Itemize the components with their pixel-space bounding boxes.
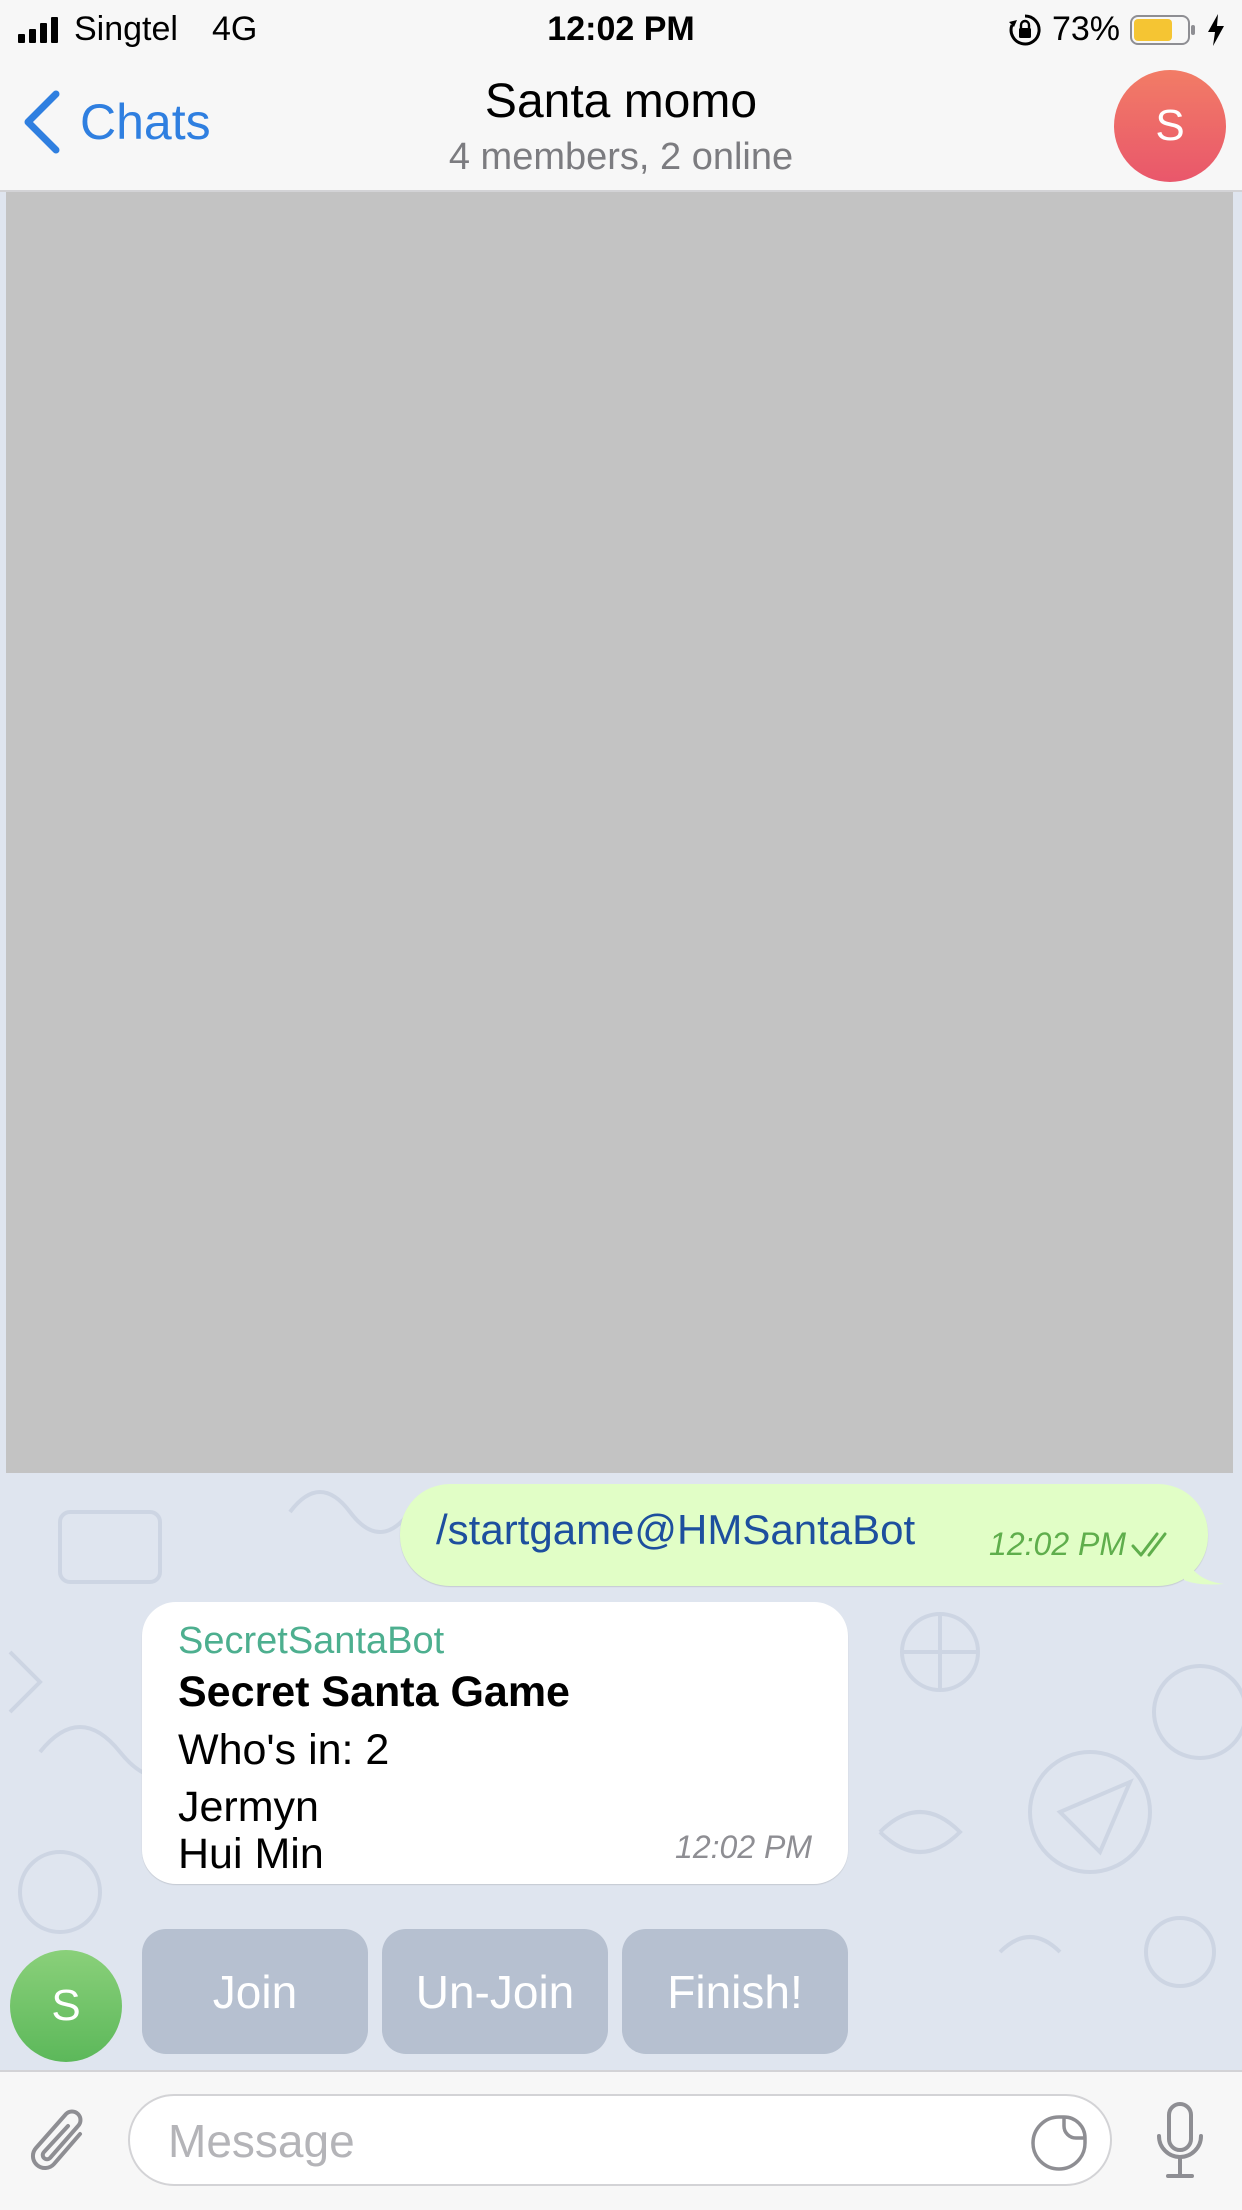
nav-bar: Chats Santa momo 4 members, 2 online S (0, 60, 1242, 192)
finish-button[interactable]: Finish! (622, 1929, 848, 2054)
chat-title[interactable]: Santa momo (0, 74, 1242, 129)
microphone-icon[interactable] (1152, 2100, 1208, 2184)
battery-icon (1130, 14, 1195, 45)
message-input[interactable] (166, 2110, 1030, 2172)
outgoing-message-text: /startgame@HMSantaBot (436, 1506, 916, 1553)
group-avatar-initial: S (1155, 101, 1185, 150)
outgoing-message-time: 12:02 PM (989, 1526, 1126, 1562)
charging-bolt-icon (1208, 13, 1224, 46)
message-title: Secret Santa Game (178, 1668, 570, 1716)
input-bar (0, 2070, 1242, 2210)
outgoing-message[interactable]: /startgame@HMSantaBot 12:02 PM (400, 1484, 1224, 1586)
message-line: Hui Min (178, 1830, 324, 1878)
status-right: 73% (1008, 10, 1226, 49)
message-line: Jermyn (178, 1783, 319, 1831)
group-avatar[interactable]: S (1114, 70, 1226, 182)
message-field[interactable] (128, 2094, 1112, 2186)
battery-percent: 73% (1051, 10, 1120, 48)
sticker-icon[interactable] (1030, 2114, 1088, 2172)
orientation-lock-icon (1008, 13, 1041, 45)
message-line: Who's in: 2 (178, 1726, 390, 1774)
incoming-message[interactable]: SecretSantaBot Secret Santa Game Who's i… (142, 1602, 848, 1884)
chat-area[interactable]: /startgame@HMSantaBot 12:02 PM SecretSan… (0, 192, 1242, 2070)
media-placeholder (6, 192, 1233, 1473)
bubble-tail (1184, 1550, 1224, 1585)
bot-avatar-initial: S (51, 1981, 81, 2030)
bot-avatar[interactable]: S (10, 1950, 122, 2062)
chat-subtitle: 4 members, 2 online (448, 136, 794, 178)
sender-name[interactable]: SecretSantaBot (178, 1620, 444, 1663)
outgoing-message-meta: 12:02 PM (989, 1526, 1176, 1563)
status-bar: Singtel 4G 12:02 PM 73% (0, 0, 1242, 60)
join-button[interactable]: Join (142, 1929, 368, 2054)
paperclip-icon[interactable] (28, 2104, 96, 2180)
unjoin-button[interactable]: Un-Join (382, 1929, 608, 2054)
double-check-icon (1131, 1532, 1167, 1556)
incoming-message-time: 12:02 PM (675, 1829, 812, 1865)
